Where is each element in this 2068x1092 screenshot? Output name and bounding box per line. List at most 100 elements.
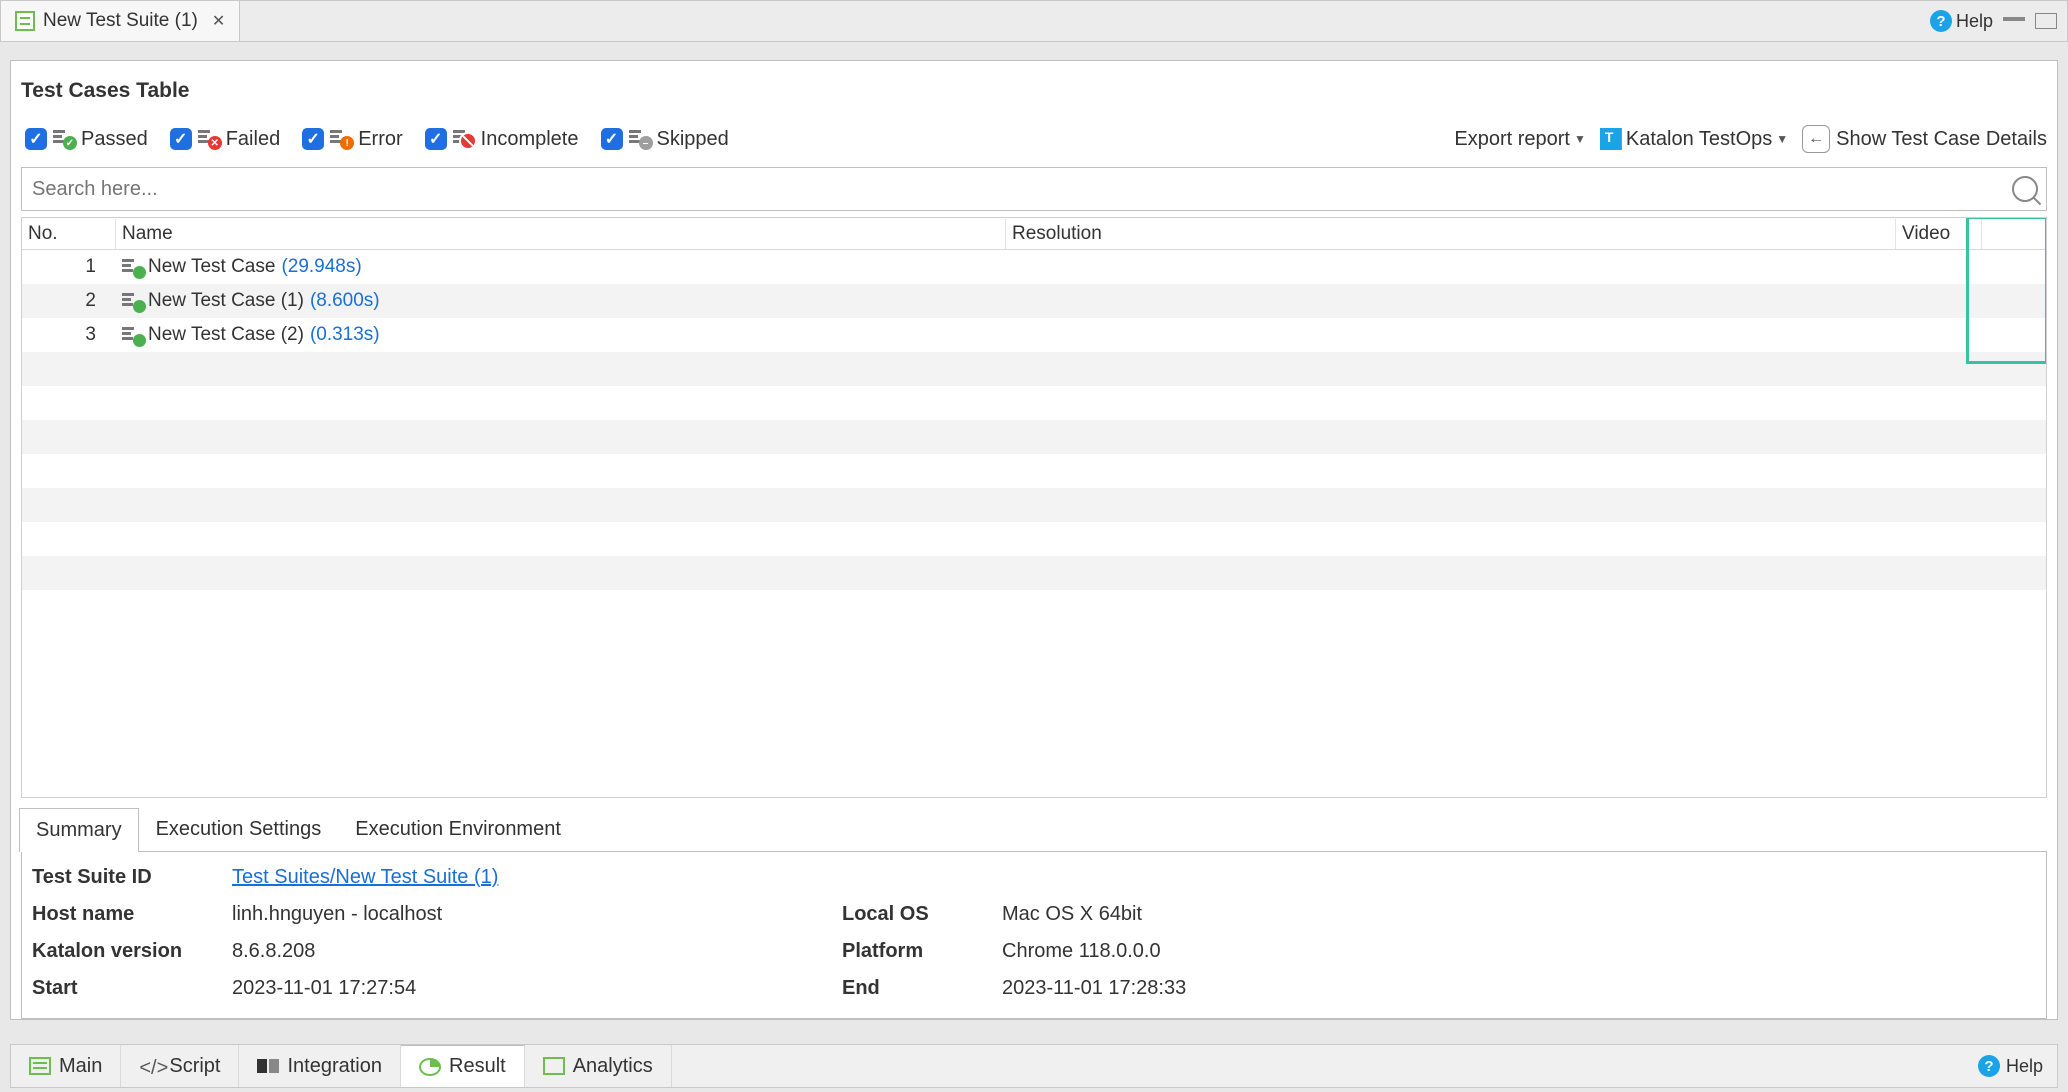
editor-tab-test-suite[interactable]: New Test Suite (1) ✕ xyxy=(1,1,240,41)
testops-icon xyxy=(1600,128,1622,150)
label-local-os: Local OS xyxy=(842,903,1002,926)
bottom-tab-analytics-label: Analytics xyxy=(573,1055,653,1078)
help-icon: ? xyxy=(1930,10,1952,32)
filter-error-label: Error xyxy=(358,128,402,151)
search-wrap xyxy=(21,167,2047,211)
export-report-label: Export report xyxy=(1454,128,1570,151)
test-suite-icon xyxy=(15,11,35,31)
tc-duration: (8.600s) xyxy=(310,290,380,312)
col-no[interactable]: No. xyxy=(22,219,116,249)
minimize-button[interactable] xyxy=(2003,17,2025,25)
value-start: 2023-11-01 17:27:54 xyxy=(232,977,842,1000)
table-body: 1 New Test Case (29.948s) 2 New Test Cas… xyxy=(22,250,2046,624)
help-button-bottom[interactable]: ? Help xyxy=(1978,1055,2057,1077)
maximize-button[interactable] xyxy=(2035,13,2057,29)
bar-chart-icon xyxy=(543,1057,565,1075)
col-name[interactable]: Name xyxy=(116,219,1006,249)
tc-name-text: New Test Case (2) xyxy=(148,324,304,346)
katalon-testops-dropdown[interactable]: Katalon TestOps ▼ xyxy=(1600,128,1788,151)
close-tab-icon[interactable]: ✕ xyxy=(212,11,225,31)
label-suite-id: Test Suite ID xyxy=(32,866,232,889)
cell-resolution xyxy=(1006,331,1896,339)
table-row[interactable]: 2 New Test Case (1) (8.600s) xyxy=(22,284,2046,318)
caret-down-icon: ▼ xyxy=(1776,132,1788,146)
caret-down-icon: ▼ xyxy=(1574,132,1586,146)
table-row-empty xyxy=(22,522,2046,556)
failed-icon: ✕ xyxy=(198,130,220,148)
summary-subtabs: Summary Execution Settings Execution Env… xyxy=(11,806,2057,851)
cell-video xyxy=(1896,297,1982,305)
test-cases-table: No. Name Resolution Video 1 New Test Cas… xyxy=(21,217,2047,798)
col-video[interactable]: Video xyxy=(1896,219,1982,249)
help-label: Help xyxy=(1956,11,1993,32)
table-row[interactable]: 3 New Test Case (2) (0.313s) xyxy=(22,318,2046,352)
value-local-os: Mac OS X 64bit xyxy=(1002,903,2036,926)
bottom-tab-analytics[interactable]: Analytics xyxy=(525,1045,672,1087)
help-label-bottom: Help xyxy=(2006,1056,2043,1077)
checkbox-icon: ✓ xyxy=(25,128,47,150)
filter-incomplete-label: Incomplete xyxy=(481,128,579,151)
bottom-tab-integration-label: Integration xyxy=(287,1055,382,1078)
value-katalon-ver: 8.6.8.208 xyxy=(232,940,842,963)
search-input[interactable] xyxy=(32,178,2012,201)
checkbox-icon: ✓ xyxy=(302,128,324,150)
subtab-exec-settings[interactable]: Execution Settings xyxy=(139,807,339,852)
bottom-tab-script[interactable]: </> Script xyxy=(121,1045,239,1087)
summary-panel: Test Suite ID Test Suites/New Test Suite… xyxy=(21,851,2047,1019)
value-end: 2023-11-01 17:28:33 xyxy=(1002,977,2036,1000)
cell-video xyxy=(1896,263,1982,271)
main-icon xyxy=(29,1057,51,1075)
table-row[interactable]: 1 New Test Case (29.948s) xyxy=(22,250,2046,284)
table-row-empty xyxy=(22,420,2046,454)
filter-skipped-label: Skipped xyxy=(657,128,729,151)
cell-resolution xyxy=(1006,297,1896,305)
bottom-tab-script-label: Script xyxy=(169,1055,220,1078)
filter-failed[interactable]: ✓ ✕ Failed xyxy=(170,128,280,151)
table-row-empty xyxy=(22,488,2046,522)
section-title: Test Cases Table xyxy=(11,61,2057,111)
filter-passed[interactable]: ✓ ✓ Passed xyxy=(25,128,148,151)
checkbox-icon: ✓ xyxy=(601,128,623,150)
table-row-empty xyxy=(22,386,2046,420)
export-report-dropdown[interactable]: Export report ▼ xyxy=(1454,128,1586,151)
tc-duration: (0.313s) xyxy=(310,324,380,346)
passed-icon xyxy=(122,259,142,275)
tc-name-text: New Test Case xyxy=(148,256,275,278)
passed-icon xyxy=(122,327,142,343)
passed-icon: ✓ xyxy=(53,130,75,148)
help-button[interactable]: ? Help xyxy=(1930,10,1993,32)
bottom-tab-integration[interactable]: Integration xyxy=(239,1045,401,1087)
subtab-summary[interactable]: Summary xyxy=(19,808,139,852)
error-icon: ! xyxy=(330,130,352,148)
col-resolution[interactable]: Resolution xyxy=(1006,219,1896,249)
filter-incomplete[interactable]: ✓ Incomplete xyxy=(425,128,579,151)
bottom-tab-result[interactable]: Result xyxy=(401,1045,525,1087)
show-test-case-details-button[interactable]: ← Show Test Case Details xyxy=(1802,125,2047,153)
test-cases-panel: Test Cases Table ✓ ✓ Passed ✓ ✕ Failed ✓… xyxy=(10,60,2058,1020)
bottom-tab-main-label: Main xyxy=(59,1055,102,1078)
testops-label: Katalon TestOps xyxy=(1626,128,1772,151)
editor-tab-bar: New Test Suite (1) ✕ ? Help xyxy=(0,0,2068,42)
filter-skipped[interactable]: ✓ – Skipped xyxy=(601,128,729,151)
filter-row: ✓ ✓ Passed ✓ ✕ Failed ✓ ! Error ✓ Incomp… xyxy=(11,111,2057,167)
table-row-empty xyxy=(22,352,2046,386)
passed-icon xyxy=(122,293,142,309)
label-end: End xyxy=(842,977,1002,1000)
subtab-exec-env[interactable]: Execution Environment xyxy=(338,807,578,852)
table-row-empty xyxy=(22,454,2046,488)
table-row-empty xyxy=(22,556,2046,590)
filter-failed-label: Failed xyxy=(226,128,280,151)
checkbox-icon: ✓ xyxy=(170,128,192,150)
filter-error[interactable]: ✓ ! Error xyxy=(302,128,402,151)
col-video-label: Video xyxy=(1902,223,1950,244)
tab-title: New Test Suite (1) xyxy=(43,10,198,32)
bottom-tab-main[interactable]: Main xyxy=(11,1045,121,1087)
table-row-empty xyxy=(22,590,2046,624)
cell-no: 3 xyxy=(22,320,116,350)
integration-icon xyxy=(257,1057,279,1075)
cell-name: New Test Case (2) (0.313s) xyxy=(116,320,1006,350)
filter-passed-label: Passed xyxy=(81,128,148,151)
value-host: linh.hnguyen - localhost xyxy=(232,903,842,926)
test-suite-id-link[interactable]: Test Suites/New Test Suite (1) xyxy=(232,866,498,888)
search-icon[interactable] xyxy=(2012,176,2038,202)
